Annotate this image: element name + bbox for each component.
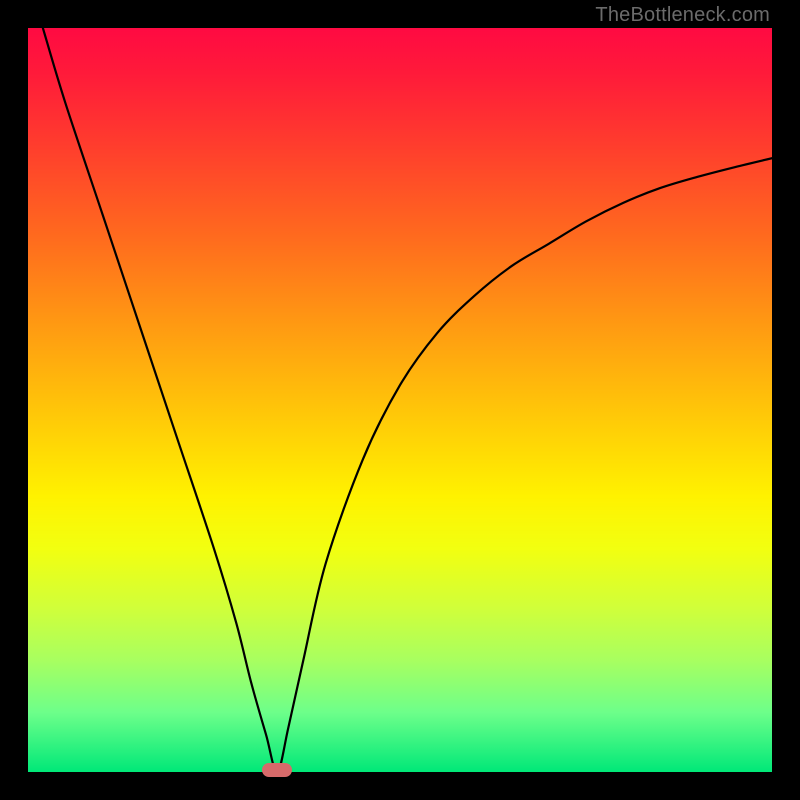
bottleneck-curve xyxy=(28,28,772,772)
chart-plot-area xyxy=(28,28,772,772)
optimum-marker xyxy=(262,763,292,777)
watermark-text: TheBottleneck.com xyxy=(595,4,770,27)
